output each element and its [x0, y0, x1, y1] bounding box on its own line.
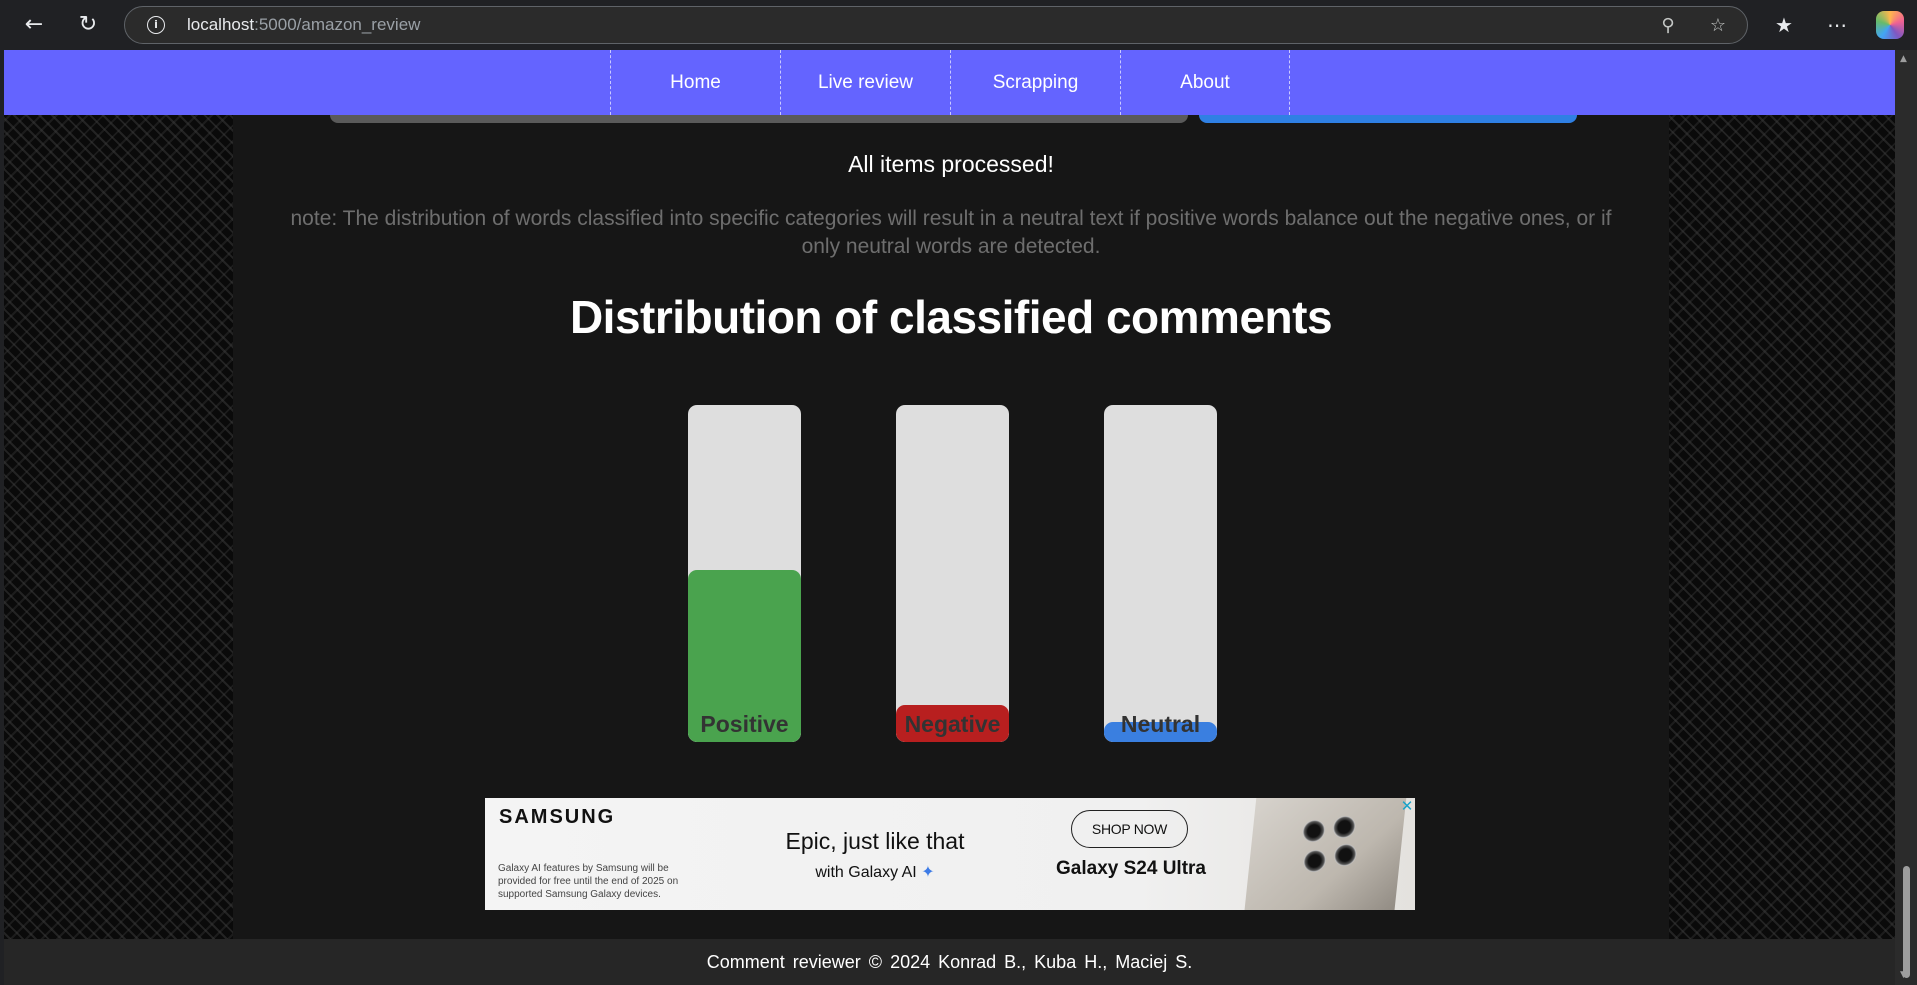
- ad-shop-now-button[interactable]: SHOP NOW: [1071, 810, 1188, 848]
- ad-banner[interactable]: SAMSUNG Galaxy AI features by Samsung wi…: [485, 798, 1415, 910]
- ad-brand-logo: SAMSUNG: [499, 806, 616, 828]
- camera-lens-icon: [1332, 816, 1357, 838]
- footer: Comment reviewer © 2024 Konrad B., Kuba …: [4, 939, 1895, 985]
- ad-fine-print: Galaxy AI features by Samsung will be pr…: [498, 863, 679, 900]
- nav-live-review[interactable]: Live review: [780, 50, 950, 115]
- ad-headline: Epic, just like that: [785, 828, 965, 854]
- zoom-out-icon[interactable]: ⚲: [1655, 13, 1681, 39]
- top-navigation: Home Live review Scrapping About: [4, 50, 1895, 115]
- chart-title: Distribution of classified comments: [569, 291, 1333, 343]
- scroll-up-icon[interactable]: ▲: [1900, 54, 1907, 64]
- scrollbar[interactable]: ▲ ▼: [1895, 50, 1917, 985]
- camera-lens-icon: [1301, 820, 1326, 842]
- back-icon[interactable]: ←: [18, 9, 50, 41]
- scroll-thumb[interactable]: [1903, 866, 1910, 978]
- browser-toolbar: ← ↻ i localhost:5000/amazon_review ⚲ ☆ ★…: [0, 0, 1917, 50]
- bar-label-negative: Negative: [904, 711, 1001, 737]
- status-message: All items processed!: [848, 151, 1054, 177]
- nav-home[interactable]: Home: [610, 50, 780, 115]
- copilot-icon[interactable]: [1876, 11, 1904, 39]
- url-text: localhost:5000/amazon_review: [187, 15, 421, 34]
- bar-label-neutral: Neutral: [1120, 711, 1201, 737]
- ad-subheadline: with Galaxy AI ✦: [815, 864, 935, 881]
- nav-about[interactable]: About: [1120, 50, 1290, 115]
- bar-track-neutral: Neutral: [1104, 405, 1217, 742]
- ad-phone-image: [1242, 798, 1408, 910]
- info-icon[interactable]: i: [147, 16, 165, 34]
- bar-track-positive: Positive: [688, 405, 801, 742]
- camera-lens-icon: [1302, 850, 1327, 872]
- favorites-icon[interactable]: ★: [1769, 10, 1799, 40]
- ad-product-name: Galaxy S24 Ultra: [1056, 858, 1206, 879]
- bar-label-positive: Positive: [700, 711, 789, 737]
- sparkle-icon: ✦: [921, 864, 935, 881]
- close-icon[interactable]: ✕: [1399, 798, 1415, 814]
- reload-icon[interactable]: ↻: [72, 9, 104, 41]
- nav-scrapping[interactable]: Scrapping: [950, 50, 1120, 115]
- bar-track-negative: Negative: [896, 405, 1009, 742]
- address-bar[interactable]: i localhost:5000/amazon_review ⚲ ☆: [124, 6, 1748, 44]
- star-icon[interactable]: ☆: [1705, 13, 1731, 39]
- page-viewport: Home Live review Scrapping About All ite…: [4, 50, 1895, 985]
- note-text: note: The distribution of words classifi…: [290, 207, 1612, 258]
- camera-lens-icon: [1333, 844, 1358, 866]
- more-icon[interactable]: ⋯: [1822, 10, 1852, 40]
- scroll-down-icon[interactable]: ▼: [1900, 970, 1907, 980]
